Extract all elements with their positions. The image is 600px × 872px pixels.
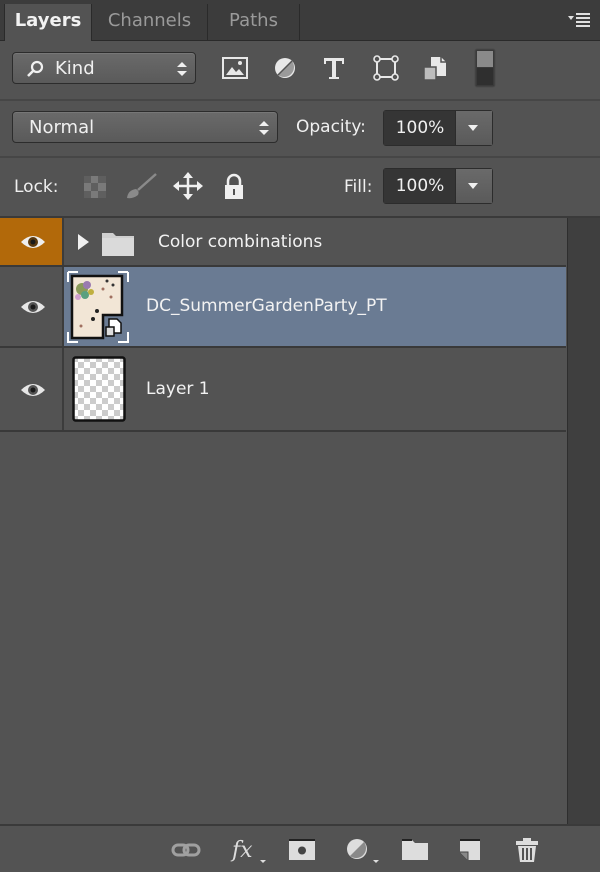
layer-name[interactable]: DC_SummerGardenParty_PT <box>146 296 387 316</box>
pixel-layer-filter-icon[interactable] <box>221 54 249 82</box>
new-layer-icon[interactable] <box>456 836 486 864</box>
filter-row: Kind <box>0 41 600 101</box>
adjustment-layer-filter-icon[interactable] <box>271 54 299 82</box>
fill-label: Fill: <box>344 177 373 197</box>
svg-text:fx: fx <box>230 838 253 863</box>
opacity-label: Opacity: <box>296 117 366 137</box>
fx-icon[interactable]: fx <box>230 836 270 864</box>
layer-thumbnail <box>67 271 129 343</box>
smart-object-filter-icon[interactable] <box>421 54 449 82</box>
fill-dropdown-button[interactable] <box>455 169 492 203</box>
layer-row-dc-summer-garden-party[interactable]: DC_SummerGardenParty_PT <box>0 267 566 348</box>
bottom-toolbar: fx <box>0 824 600 872</box>
tab-bar: Layers Channels Paths <box>0 0 600 41</box>
lock-row: Lock: Fill: 100% <box>0 158 600 218</box>
layer-name[interactable]: Layer 1 <box>146 379 210 399</box>
chevron-down-icon <box>468 183 478 189</box>
panel-menu-icon[interactable] <box>568 12 590 28</box>
visibility-toggle[interactable] <box>0 218 64 265</box>
delete-layer-icon[interactable] <box>512 836 542 864</box>
lock-all-icon[interactable] <box>221 172 247 200</box>
add-mask-icon[interactable] <box>287 836 317 864</box>
layer-name[interactable]: Color combinations <box>158 232 322 252</box>
up-down-arrows-icon <box>259 121 269 135</box>
blend-mode-select[interactable]: Normal <box>12 111 278 143</box>
visibility-toggle[interactable] <box>0 267 64 346</box>
link-layers-icon[interactable] <box>171 836 201 864</box>
adjustment-layer-icon[interactable] <box>344 836 382 864</box>
opacity-input[interactable]: 100% <box>384 111 456 145</box>
blend-row: Normal Opacity: 100% <box>0 100 600 158</box>
tab-layers[interactable]: Layers <box>4 4 92 41</box>
up-down-arrows-icon <box>177 62 187 76</box>
eye-icon <box>21 384 45 396</box>
lock-image-pixels-icon[interactable] <box>124 172 158 200</box>
lock-label: Lock: <box>14 177 59 197</box>
eye-icon <box>21 301 45 313</box>
lock-transparent-pixels-icon[interactable] <box>82 172 108 200</box>
filter-toggle-switch[interactable] <box>474 48 496 88</box>
folder-icon <box>102 233 134 256</box>
shape-layer-filter-icon[interactable] <box>372 54 400 82</box>
layer-row-layer-1[interactable]: Layer 1 <box>0 348 566 432</box>
blend-mode-value: Normal <box>29 117 95 138</box>
transparent-layer-thumbnail <box>72 356 126 422</box>
visibility-toggle[interactable] <box>0 348 64 430</box>
layers-list: Color combinations DC_SummerGardenParty_… <box>0 218 566 824</box>
type-layer-filter-icon[interactable] <box>320 54 348 82</box>
fill-field[interactable]: 100% <box>383 168 493 204</box>
lock-position-icon[interactable] <box>173 172 203 200</box>
expand-group-arrow-icon[interactable] <box>77 234 89 250</box>
kind-label: Kind <box>55 58 95 79</box>
chevron-down-icon <box>468 125 478 131</box>
fill-input[interactable]: 100% <box>384 169 456 203</box>
kind-filter-select[interactable]: Kind <box>12 52 196 84</box>
tab-paths[interactable]: Paths <box>208 4 300 40</box>
eye-icon <box>21 236 45 248</box>
search-icon <box>27 60 44 77</box>
layer-row-color-combinations[interactable]: Color combinations <box>0 218 566 267</box>
layers-scrollbar[interactable] <box>567 218 600 824</box>
opacity-dropdown-button[interactable] <box>455 111 492 145</box>
layers-panel: Layers Channels Paths Kind Normal Opacit… <box>0 0 600 872</box>
new-group-icon[interactable] <box>400 836 430 864</box>
opacity-field[interactable]: 100% <box>383 110 493 146</box>
tab-channels[interactable]: Channels <box>92 4 208 40</box>
